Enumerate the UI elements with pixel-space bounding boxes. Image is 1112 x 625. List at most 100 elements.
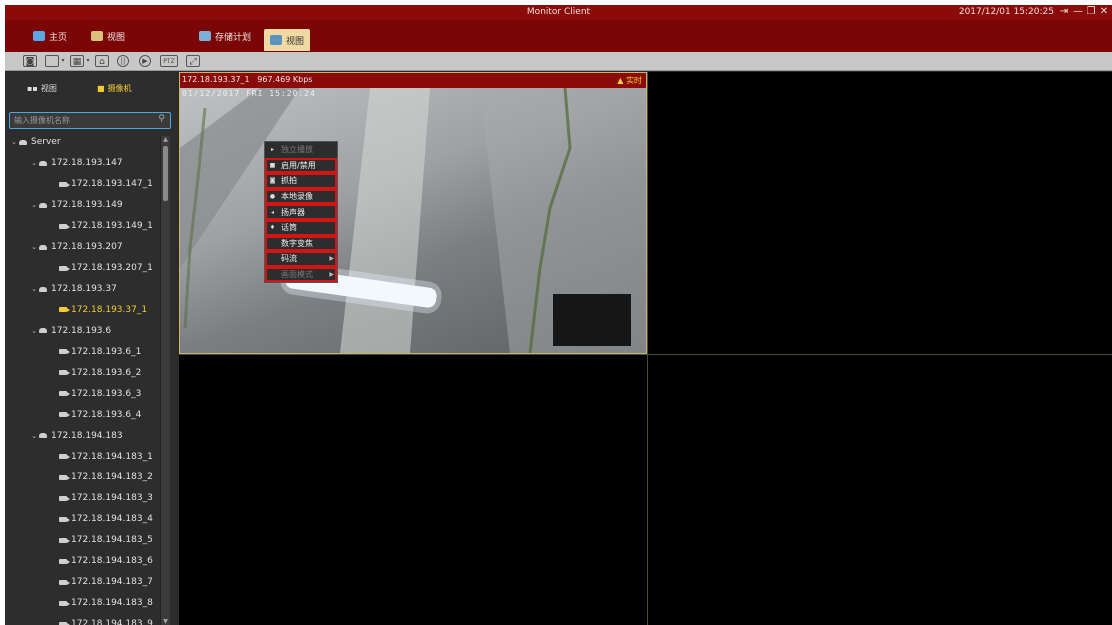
- expand-icon[interactable]: ⤢: [186, 55, 200, 67]
- camera-icon: [59, 558, 70, 564]
- camera-icon: ■: [97, 84, 105, 93]
- tree-camera-item[interactable]: 172.18.193.149_1: [5, 216, 160, 237]
- tree-camera-item[interactable]: 172.18.194.183_2: [5, 467, 160, 488]
- play-icon[interactable]: ▶: [139, 55, 151, 67]
- video-cell-2[interactable]: [648, 72, 1112, 354]
- search-icon[interactable]: ⚲: [158, 114, 165, 124]
- close-icon[interactable]: ✕: [1098, 6, 1110, 17]
- chevron-down-icon[interactable]: ⌄: [29, 159, 39, 167]
- layout-grid-icon[interactable]: ▦: [70, 55, 84, 67]
- clock: 2017/12/01 15:20:25: [958, 7, 1054, 17]
- tree-item-label: 172.18.194.183_7: [71, 577, 153, 588]
- chevron-down-icon[interactable]: ⌄: [29, 327, 39, 335]
- tree-camera-item[interactable]: 172.18.194.183_4: [5, 509, 160, 530]
- tree-item-label: 172.18.194.183_6: [71, 556, 153, 567]
- context-menu-item[interactable]: ▸ 独立播放: [265, 142, 337, 158]
- snapshot-icon: ◙: [269, 177, 276, 185]
- context-menu-item[interactable]: ◂ 扬声器: [265, 204, 337, 220]
- camera-icon: [59, 454, 70, 460]
- tree-device-item[interactable]: ⌄ 172.18.193.147: [5, 153, 160, 174]
- scroll-up-icon[interactable]: ▲: [162, 136, 169, 143]
- tree-camera-item[interactable]: 172.18.193.207_1: [5, 258, 160, 279]
- tree-camera-item[interactable]: 172.18.193.37_1: [5, 300, 160, 321]
- tree-device-item[interactable]: ⌄ 172.18.193.149: [5, 195, 160, 216]
- tab-home[interactable]: 主页: [27, 27, 73, 45]
- tab-cameras[interactable]: ■ 摄像机: [97, 83, 132, 94]
- camera-icon: [59, 265, 70, 271]
- live-status: ▲ 实时: [617, 75, 642, 86]
- tree-camera-item[interactable]: 172.18.193.6_2: [5, 362, 160, 383]
- context-menu-item[interactable]: ◙ 抓拍: [265, 173, 337, 189]
- chevron-down-icon[interactable]: ▾: [85, 55, 91, 67]
- chevron-down-icon[interactable]: ⌄: [29, 285, 39, 293]
- video-cell-1[interactable]: 172.18.193.37_1 967.469 Kbps ▲ 实时 01/12/…: [179, 72, 647, 354]
- chevron-down-icon[interactable]: ⌄: [9, 138, 19, 146]
- tree-camera-item[interactable]: 172.18.194.183_6: [5, 551, 160, 572]
- pause-icon[interactable]: ||: [117, 55, 129, 67]
- camera-icon: [59, 349, 70, 355]
- tree-camera-item[interactable]: 172.18.194.183_5: [5, 530, 160, 551]
- tree-item-label: 172.18.193.6_2: [71, 367, 142, 378]
- play-icon: ▸: [270, 146, 274, 154]
- tab-storage-plan[interactable]: 存储计划: [193, 27, 257, 45]
- context-menu-item[interactable]: ■ 启用/禁用: [265, 157, 337, 174]
- context-menu-label: 本地录像: [281, 192, 313, 202]
- chevron-down-icon[interactable]: ⌄: [29, 243, 39, 251]
- chevron-down-icon[interactable]: ⌄: [29, 432, 39, 440]
- search-input[interactable]: [14, 114, 154, 127]
- tree-camera-item[interactable]: 172.18.194.183_7: [5, 572, 160, 593]
- context-menu-item[interactable]: 码流 ▶: [265, 251, 337, 267]
- restore-icon[interactable]: ❐: [1085, 6, 1097, 17]
- single-layout-icon[interactable]: [45, 55, 59, 67]
- camera-icon: [59, 412, 70, 418]
- toolbar: ◙ ▾ ▦ ▾ ⌂ || ▶ PTZ ⤢: [5, 52, 1112, 71]
- minimize-icon[interactable]: —: [1072, 6, 1084, 17]
- tree-item-label: 172.18.194.183_8: [71, 598, 153, 609]
- scrollbar-thumb[interactable]: [163, 146, 168, 201]
- tab-view[interactable]: 视图: [85, 27, 131, 45]
- tree-item-label: 172.18.193.207: [51, 242, 123, 253]
- context-menu-item[interactable]: 数字变焦: [265, 235, 337, 252]
- sidebar-scrollbar[interactable]: ▲ ▼: [160, 136, 170, 625]
- tree-item-label: 172.18.194.183: [51, 430, 123, 441]
- camera-search: ⚲: [9, 112, 171, 129]
- logout-icon[interactable]: ⇥: [1058, 6, 1070, 17]
- video-header: 172.18.193.37_1 967.469 Kbps ▲ 实时: [180, 73, 646, 88]
- tree-device-item[interactable]: ⌄ 172.18.193.37: [5, 279, 160, 300]
- home-icon[interactable]: ⌂: [95, 55, 109, 67]
- tree-item-label: 172.18.194.183_9: [71, 619, 153, 625]
- tab-view-active[interactable]: 视图: [264, 29, 311, 51]
- camera-icon: [59, 474, 70, 480]
- ptz-button[interactable]: PTZ: [160, 55, 178, 67]
- tab-views[interactable]: ▪▪ 视图: [27, 83, 57, 94]
- tree-camera-item[interactable]: 172.18.193.6_1: [5, 341, 160, 362]
- scroll-down-icon[interactable]: ▼: [162, 618, 169, 625]
- tree-device-item[interactable]: ⌄ 172.18.194.183: [5, 425, 160, 446]
- fullscreen-icon[interactable]: ◙: [23, 55, 37, 67]
- tree-device-item[interactable]: ⌄ 172.18.193.6: [5, 320, 160, 341]
- tree-camera-item[interactable]: 172.18.194.183_3: [5, 488, 160, 509]
- device-icon: [39, 286, 47, 292]
- video-cell-4[interactable]: [648, 355, 1112, 625]
- tree-device-item[interactable]: ⌄ 172.18.193.207: [5, 237, 160, 258]
- device-icon: [39, 328, 47, 334]
- context-menu-item[interactable]: ● 本地录像: [265, 188, 337, 205]
- video-camera-name: 172.18.193.37_1: [182, 75, 250, 84]
- chevron-down-icon[interactable]: ⌄: [29, 201, 39, 209]
- toggle-icon: ■: [269, 161, 276, 169]
- tree-camera-item[interactable]: 172.18.194.183_1: [5, 446, 160, 467]
- tree-camera-item[interactable]: 172.18.193.6_3: [5, 383, 160, 404]
- context-menu-item[interactable]: ♦ 话筒: [265, 219, 337, 236]
- device-icon: [39, 433, 47, 439]
- tree-server-item[interactable]: ⌄ Server: [5, 132, 160, 153]
- window-title: Monitor Client: [526, 7, 591, 17]
- chevron-down-icon[interactable]: ▾: [60, 55, 66, 67]
- camera-icon: [59, 537, 70, 543]
- tree-camera-item[interactable]: 172.18.194.183_9: [5, 614, 160, 625]
- device-icon: [39, 202, 47, 208]
- video-cell-3[interactable]: [179, 355, 647, 625]
- context-menu-item[interactable]: 画面模式 ▶: [265, 266, 337, 283]
- tree-camera-item[interactable]: 172.18.193.6_4: [5, 404, 160, 425]
- tree-camera-item[interactable]: 172.18.194.183_8: [5, 593, 160, 614]
- tree-camera-item[interactable]: 172.18.193.147_1: [5, 174, 160, 195]
